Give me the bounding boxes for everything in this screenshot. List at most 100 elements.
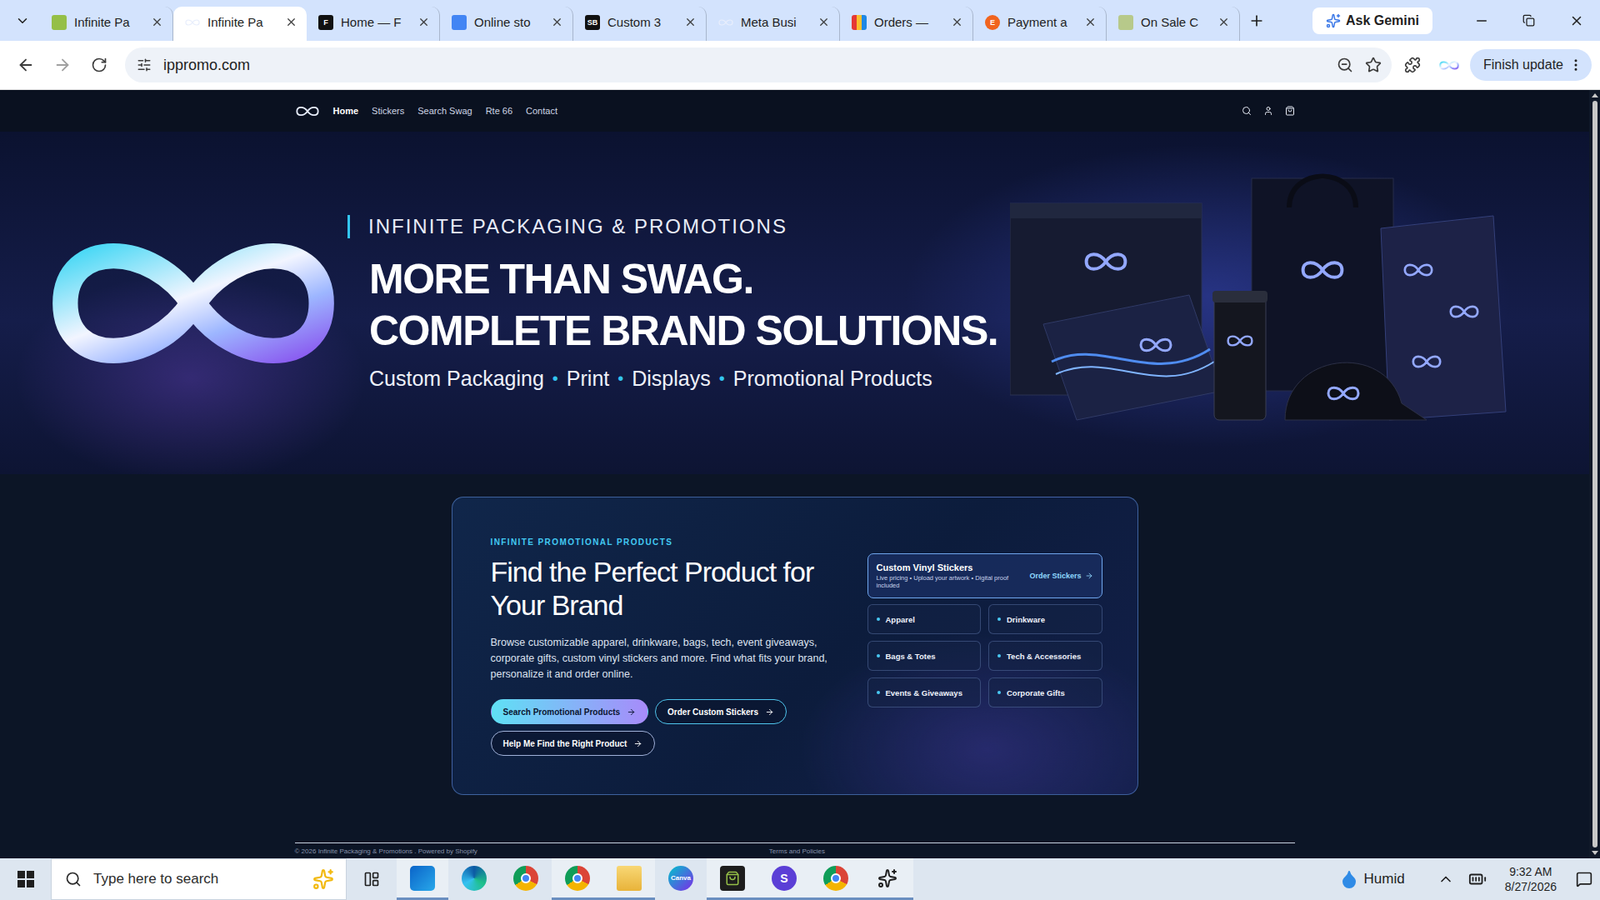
chrome-center-icon — [830, 873, 841, 884]
taskbar-app[interactable] — [551, 858, 604, 900]
nav-link[interactable]: Stickers — [371, 105, 405, 116]
finder-button[interactable]: Help Me Find the Right Product — [490, 730, 656, 756]
back-button[interactable] — [10, 49, 42, 81]
category-label: Events & Giveaways — [885, 688, 963, 698]
tab-meta-icon — [718, 18, 734, 27]
close-icon — [1217, 15, 1230, 29]
task-view-button[interactable] — [346, 858, 397, 900]
category-dot — [876, 617, 880, 621]
nav-link[interactable]: Contact — [525, 105, 558, 116]
taskbar-app[interactable] — [861, 858, 914, 900]
browser-tab[interactable]: Meta Busi — [706, 6, 840, 41]
site-footer: © 2026 Infinite Packaging & Promotions .… — [0, 842, 1590, 859]
taskbar-app[interactable] — [810, 858, 862, 900]
order-stickers-link[interactable]: Order Stickers — [1029, 571, 1093, 580]
tab-search-button[interactable] — [8, 4, 37, 38]
hero-headline: COMPLETE BRAND SOLUTIONS. — [369, 305, 1010, 357]
category-item[interactable]: Events & Giveaways — [867, 677, 982, 708]
taskbar-app[interactable]: Canva — [655, 858, 707, 900]
cart-icon[interactable] — [1285, 105, 1295, 116]
finder-buttons: Search Promotional ProductsOrder Custom … — [490, 699, 791, 756]
taskbar-app[interactable] — [396, 858, 449, 900]
taskbar-search[interactable]: Type here to search — [50, 858, 347, 900]
scroll-thumb[interactable] — [1592, 100, 1598, 848]
category-item[interactable]: Tech & Accessories — [988, 640, 1103, 671]
tab-close-button[interactable] — [415, 15, 431, 30]
extensions-button[interactable] — [1396, 49, 1429, 81]
site-info-icon[interactable] — [136, 57, 152, 73]
browser-tab[interactable]: On Sale C — [1106, 6, 1240, 41]
star-icon[interactable] — [1365, 56, 1382, 74]
hero-headline: MORE THAN SWAG. — [369, 253, 1010, 305]
browser-tab[interactable]: EPayment a — [973, 6, 1107, 41]
tab-close-button[interactable] — [949, 15, 965, 30]
new-tab-button[interactable] — [1240, 4, 1274, 38]
tray-overflow[interactable] — [1430, 858, 1462, 900]
zoom-icon[interactable] — [1336, 56, 1354, 74]
gemini-button[interactable]: Ask Gemini — [1312, 7, 1433, 35]
restore-button[interactable] — [1505, 0, 1553, 41]
nav-link[interactable]: Home — [333, 105, 360, 116]
scrollbar[interactable] — [1589, 90, 1600, 859]
tab-close-button[interactable] — [149, 15, 165, 30]
taskbar-app[interactable] — [448, 858, 500, 900]
tab-close-button[interactable] — [1082, 15, 1098, 30]
address-bar[interactable]: ippromo.com — [125, 47, 1392, 83]
browser-tab[interactable]: Infinite Pa — [40, 6, 174, 41]
nav-link[interactable]: Search Swag — [417, 105, 472, 116]
browser-tab[interactable]: FHome — F — [306, 6, 440, 41]
minimize-button[interactable] — [1457, 0, 1505, 41]
tab-close-button[interactable] — [1215, 15, 1231, 30]
reload-button[interactable] — [83, 49, 115, 81]
service-separator: • — [617, 369, 624, 389]
plus-icon — [1248, 12, 1265, 30]
category-item[interactable]: Drinkware — [988, 604, 1103, 635]
folder-icon — [616, 865, 642, 891]
category-item[interactable]: Corporate Gifts — [988, 677, 1103, 708]
start-button[interactable] — [0, 858, 51, 900]
window-close-button[interactable] — [1552, 0, 1600, 41]
category-item[interactable]: Apparel — [867, 604, 982, 635]
finder-button[interactable]: Order Custom Stickers — [655, 699, 787, 725]
battery[interactable] — [1461, 858, 1494, 900]
taskbar-app[interactable] — [603, 858, 655, 900]
tab-close-button[interactable] — [682, 15, 698, 30]
tab-close-button[interactable] — [283, 15, 299, 30]
search-icon[interactable] — [1241, 105, 1252, 116]
clock[interactable]: 9:32 AM8/27/2026 — [1493, 864, 1569, 895]
site-header-inner: Home Stickers Search Swag Rte 66 Contact — [295, 90, 1295, 132]
hero-logo — [0, 227, 337, 380]
canva-icon: Canva — [668, 865, 694, 891]
finder-button[interactable]: Search Promotional Products — [490, 699, 650, 725]
tab-close-button[interactable] — [815, 15, 831, 30]
profile-button[interactable] — [1433, 49, 1465, 81]
taskbar-app[interactable] — [706, 858, 759, 900]
scroll-down-icon[interactable] — [1591, 850, 1599, 855]
chrome-center-icon — [572, 873, 583, 884]
taskbar-app[interactable]: S — [758, 858, 810, 900]
nav-link[interactable]: Rte 66 — [485, 105, 513, 116]
featured-stickers[interactable]: Custom Vinyl StickersLive pricing • Uplo… — [867, 553, 1103, 599]
notifications-button[interactable] — [1568, 858, 1600, 900]
products-image — [1010, 170, 1510, 437]
action-label: Order Stickers — [1029, 571, 1081, 580]
tab-infinity-icon — [185, 18, 200, 27]
outlook-icon — [410, 865, 435, 891]
browser-tab[interactable]: Online sto — [440, 6, 574, 41]
browser-tab[interactable]: Orders — — [840, 6, 974, 41]
taskbar-app[interactable] — [500, 858, 552, 900]
finish-update-button[interactable]: Finish update — [1470, 49, 1592, 81]
category-item[interactable]: Bags & Totes — [867, 640, 982, 671]
footer-links[interactable]: Terms and Policies — [769, 847, 825, 855]
scroll-up-icon[interactable] — [1591, 93, 1599, 98]
browser-tab[interactable]: Infinite Pa — [173, 6, 307, 41]
close-icon — [285, 15, 298, 29]
tab-bar: Infinite PaInfinite PaFHome — FOnline st… — [0, 0, 1600, 41]
site-logo-icon — [295, 105, 320, 118]
account-icon[interactable] — [1263, 105, 1274, 116]
tab-close-button[interactable] — [549, 15, 565, 30]
weather[interactable]: Humid — [1339, 869, 1405, 890]
forward-button[interactable] — [46, 49, 79, 81]
sparkle-icon — [312, 868, 335, 890]
browser-tab[interactable]: SBCustom 3 — [573, 6, 707, 41]
